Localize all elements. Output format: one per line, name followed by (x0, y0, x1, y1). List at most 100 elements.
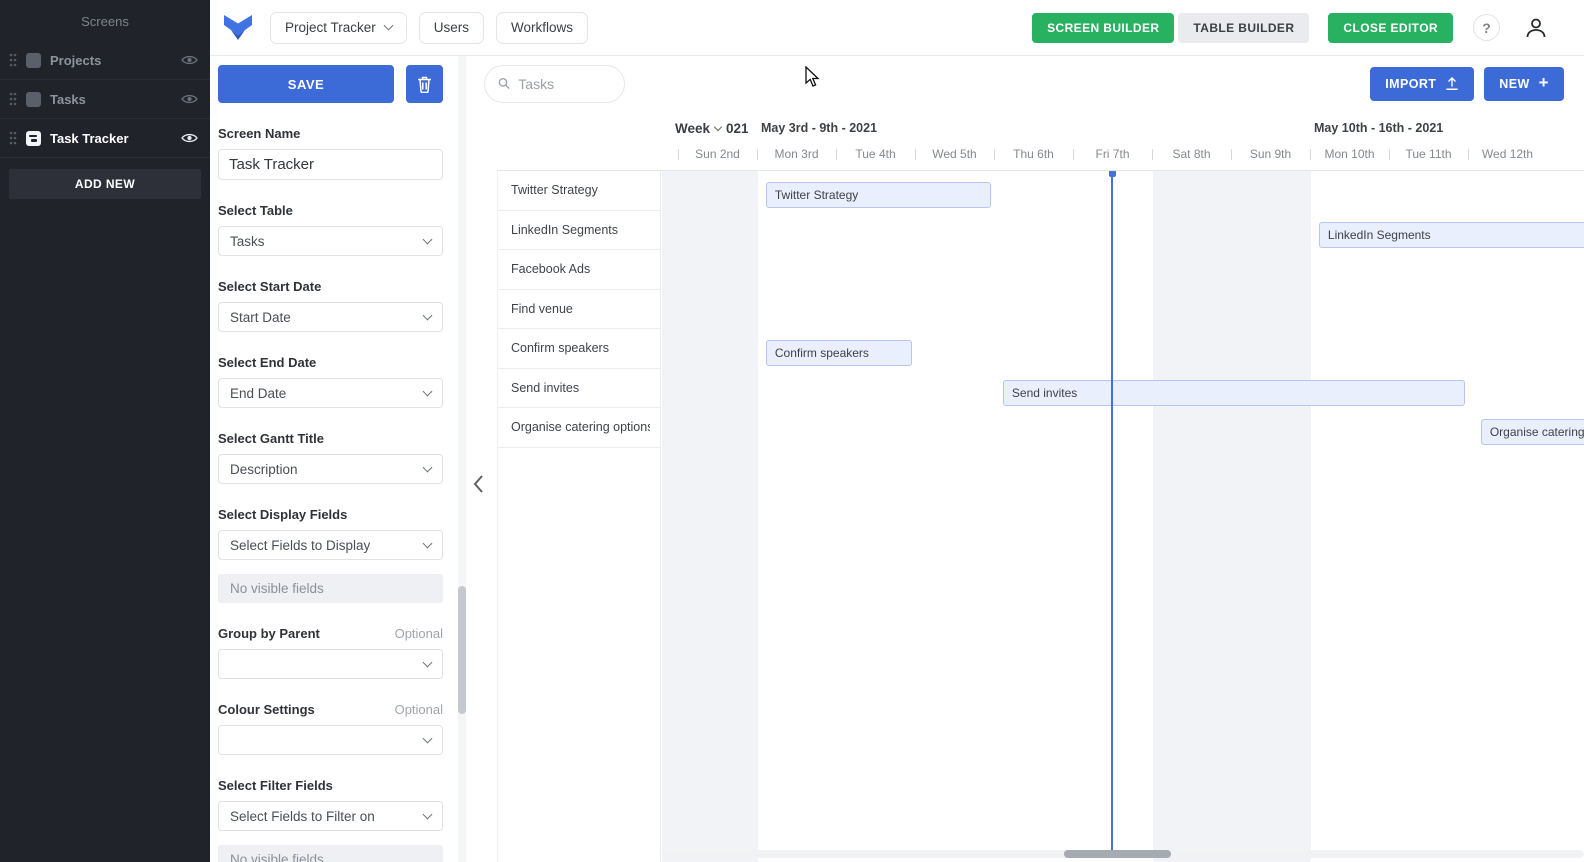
filter-fields-label: Select Filter Fields (218, 778, 333, 793)
screen-builder-button[interactable]: SCREEN BUILDER (1032, 12, 1175, 43)
app-root: Screens Projects Tasks Task Tracker ADD … (0, 0, 1584, 862)
week-group-label: May 10th - 16th - 2021 (1314, 121, 1444, 135)
gantt-bar-label: Organise catering options (1489, 425, 1584, 439)
select-table-label: Select Table (218, 203, 293, 218)
table-builder-button[interactable]: TABLE BUILDER (1178, 12, 1310, 43)
gantt-bar[interactable]: Confirm speakers (765, 340, 913, 366)
main-area: IMPORT NEW + (466, 56, 1584, 862)
chevron-down-icon (422, 310, 433, 320)
drag-handle-icon[interactable] (9, 92, 17, 106)
colour-dropdown[interactable] (218, 725, 443, 755)
gantt-bar-label: LinkedIn Segments (1327, 227, 1431, 242)
import-button[interactable]: IMPORT (1370, 66, 1475, 101)
gantt-task-row[interactable]: Confirm speakers (498, 329, 660, 369)
drag-handle-icon[interactable] (9, 131, 17, 145)
task-name: Send invites (511, 380, 580, 395)
sidebar-item-label: Projects (50, 52, 102, 68)
close-editor-button[interactable]: CLOSE EDITOR (1328, 12, 1453, 43)
gantt-bar-label: Twitter Strategy (774, 188, 859, 202)
field-colour-settings: Colour Settings Optional (218, 703, 443, 755)
gantt-task-row[interactable]: LinkedIn Segments (498, 211, 660, 250)
search-box[interactable] (484, 64, 625, 103)
new-button[interactable]: NEW + (1484, 66, 1564, 101)
day-label: Mon 10th (1310, 142, 1389, 170)
gantt-task-row[interactable]: Organise catering options (498, 408, 660, 448)
gantt-task-row[interactable]: Find venue (498, 290, 660, 329)
nav-users[interactable]: Users (418, 11, 485, 44)
gantt-body: Twitter Strategy LinkedIn Segments Faceb… (497, 171, 1584, 862)
field-group-by-parent: Group by Parent Optional (218, 627, 443, 679)
weekend-shade (662, 171, 758, 862)
gantt-title-dropdown[interactable]: Description (218, 454, 443, 484)
app-logo-icon[interactable] (222, 14, 254, 41)
sidebar-item[interactable]: Tasks (0, 80, 210, 119)
sidebar-item[interactable]: Task Tracker (0, 119, 210, 158)
user-avatar-icon[interactable] (1524, 16, 1548, 40)
gantt-title-label: Select Gantt Title (218, 431, 324, 446)
settings-scrollbar-thumb[interactable] (458, 586, 466, 714)
chevron-down-icon (422, 657, 433, 667)
weekend-shade (1232, 171, 1311, 862)
end-date-value: End Date (230, 385, 287, 401)
drag-handle-icon[interactable] (9, 53, 17, 67)
sidebar-item-list: Projects Tasks Task Tracker (0, 41, 210, 158)
optional-tag: Optional (394, 626, 443, 641)
select-table-dropdown[interactable]: Tasks (218, 226, 443, 256)
gantt-hscrollbar[interactable] (662, 850, 1584, 858)
gantt-bar[interactable]: LinkedIn Segments (1318, 221, 1584, 248)
gantt-header: Week 021 May 3rd - 9th - 2021 May 10th - … (497, 111, 1584, 171)
add-new-button[interactable]: ADD NEW (9, 169, 201, 199)
chevron-down-icon (713, 122, 723, 131)
gantt-task-row[interactable]: Facebook Ads (498, 250, 660, 290)
screen-type-icon (26, 52, 41, 68)
project-selector-label: Project Tracker (285, 20, 376, 35)
field-start-date: Select Start Date Start Date (218, 280, 443, 332)
save-button[interactable]: SAVE (218, 65, 394, 103)
day-label: Thu 6th (994, 142, 1073, 170)
screen-type-icon (26, 130, 41, 146)
upload-icon (1446, 76, 1458, 90)
chevron-left-icon (473, 475, 483, 493)
day-label: Wed 5th (915, 142, 994, 170)
sidebar-item[interactable]: Projects (0, 41, 210, 80)
eye-icon[interactable] (181, 132, 198, 144)
day-label: Wed 12th (1468, 142, 1547, 170)
gantt-bar[interactable]: Send invites (1002, 379, 1466, 406)
start-date-dropdown[interactable]: Start Date (218, 302, 443, 332)
gantt-hscrollbar-thumb[interactable] (1064, 850, 1171, 858)
gantt-day-labels: Sun 2nd Mon 3rd Tue 4th Wed 5th Thu 6th (678, 142, 1547, 170)
colour-label-text: Colour Settings (218, 702, 315, 717)
nav-workflows[interactable]: Workflows (496, 11, 589, 44)
display-fields-dropdown[interactable]: Select Fields to Display (218, 530, 443, 560)
search-input[interactable] (518, 75, 611, 92)
screen-type-icon (26, 91, 41, 107)
new-label: NEW (1499, 76, 1530, 91)
gantt-task-row[interactable]: Twitter Strategy (498, 171, 660, 211)
gantt-bar-label: Send invites (1011, 385, 1078, 400)
project-selector[interactable]: Project Tracker (270, 11, 407, 44)
day-label: Tue 11th (1389, 142, 1468, 170)
timeline-zoom-select[interactable]: Week 021 (675, 121, 749, 136)
help-button[interactable]: ? (1473, 14, 1500, 41)
filter-fields-dropdown[interactable]: Select Fields to Filter on (218, 801, 443, 831)
display-fields-note: No visible fields (218, 574, 443, 603)
delete-screen-button[interactable] (406, 65, 443, 103)
sidebar-title: Screens (81, 14, 129, 29)
task-name: Confirm speakers (511, 341, 609, 356)
week-group-label: May 3rd - 9th - 2021 (761, 121, 878, 135)
chevron-down-icon (422, 538, 433, 548)
gantt-task-row[interactable]: Send invites (498, 369, 660, 408)
settings-scrollbar[interactable] (458, 56, 466, 862)
eye-icon[interactable] (181, 93, 198, 105)
collapse-panel-button[interactable] (472, 474, 485, 499)
chevron-down-icon (383, 20, 394, 31)
gantt-bar[interactable]: Twitter Strategy (765, 182, 992, 208)
eye-icon[interactable] (181, 54, 198, 66)
gantt-bar[interactable]: Organise catering options (1480, 419, 1584, 445)
weekend-shade (1153, 171, 1232, 862)
day-label: Mon 3rd (757, 142, 836, 170)
day-label: Sun 2nd (678, 142, 757, 170)
screen-name-input[interactable] (218, 149, 443, 180)
end-date-dropdown[interactable]: End Date (218, 378, 443, 408)
group-by-dropdown[interactable] (218, 649, 443, 679)
